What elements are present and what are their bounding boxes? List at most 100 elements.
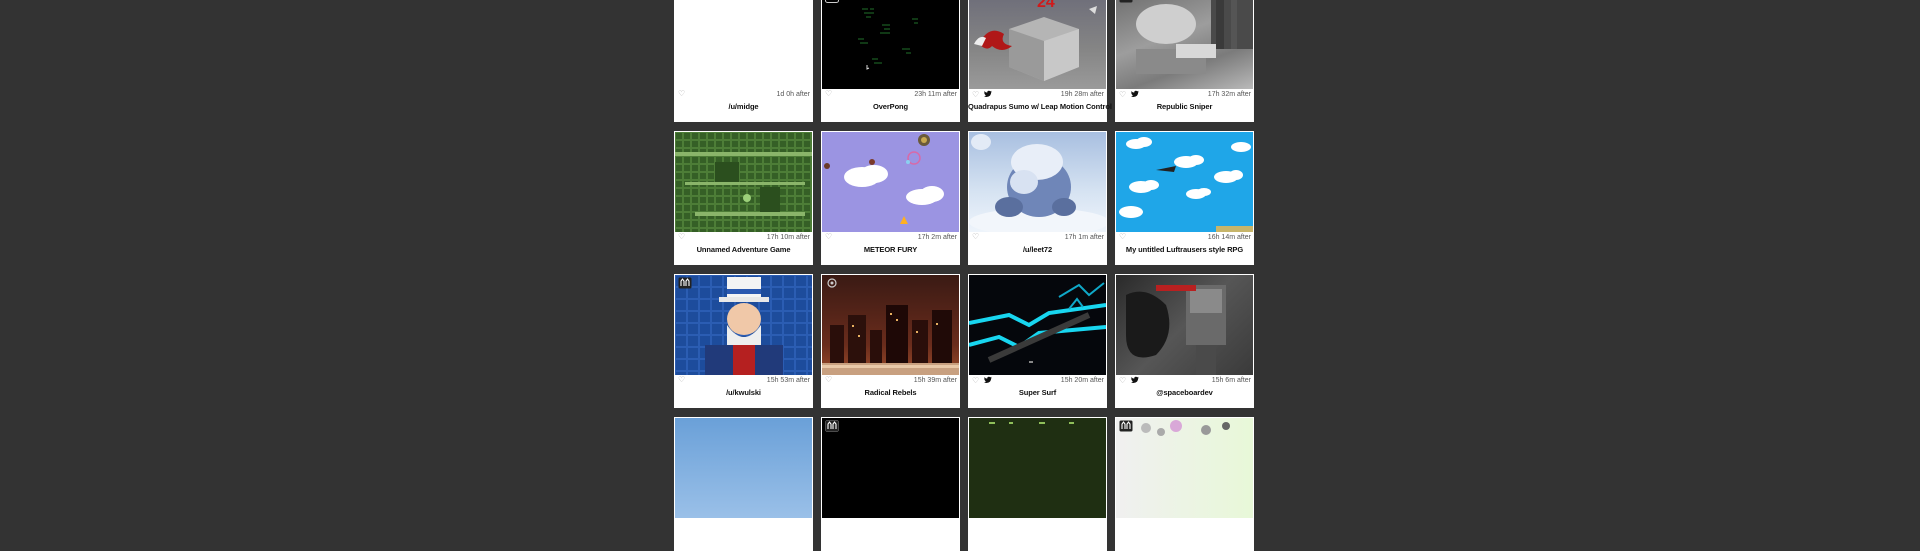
card-meta: ♡ 17h 1m after <box>968 232 1107 243</box>
heart-icon[interactable]: ♡ <box>825 376 833 384</box>
play-icon <box>825 0 839 3</box>
quadrapus-screenshot: 24 <box>974 0 1097 81</box>
submission-title[interactable]: /u/kwulski <box>674 388 813 397</box>
submission-time: 19h 28m after <box>1060 91 1104 98</box>
twitter-icon[interactable] <box>984 90 992 98</box>
heart-icon[interactable]: ♡ <box>678 90 686 98</box>
heart-icon[interactable]: ♡ <box>972 90 980 98</box>
submission-title[interactable]: Unnamed Adventure Game <box>674 245 813 254</box>
submission-card[interactable]: ♡ 17h 2m after METEOR FURY <box>821 131 960 265</box>
card-meta: ♡ 15h 6m after <box>1115 375 1254 386</box>
submission-card[interactable]: ♡ 16h 14m after My untitled Luftrausers … <box>1115 131 1254 265</box>
heart-icon[interactable]: ♡ <box>1119 376 1127 384</box>
overpong-screenshot <box>858 8 918 70</box>
binoculars-icon <box>678 277 692 289</box>
submission-title[interactable]: /u/leet72 <box>968 245 1107 254</box>
submission-title[interactable]: Republic Sniper <box>1115 102 1254 111</box>
bubbles-screenshot <box>1141 420 1230 436</box>
heart-icon[interactable]: ♡ <box>972 233 980 241</box>
binoculars-icon <box>1119 0 1133 3</box>
adventure-screenshot <box>675 132 812 232</box>
card-meta: ♡ 16h 14m after <box>1115 232 1254 243</box>
submission-card[interactable]: 24 ♡ 19h 28m after Quadrapus Sumo w/ Lea… <box>968 0 1112 122</box>
heart-icon[interactable]: ♡ <box>1119 233 1127 241</box>
submission-grid: ♡ 1d 0h after /u/midge ♡ 23h 11m after O… <box>674 0 1254 551</box>
submission-card[interactable] <box>821 417 960 551</box>
score-text: 24 <box>1037 0 1055 11</box>
submission-card[interactable]: ♡ 15h 6m after @spaceboardev <box>1115 274 1254 408</box>
thumbnail[interactable] <box>1116 418 1253 518</box>
submission-time: 1d 0h after <box>776 91 810 98</box>
card-meta: ♡ 17h 32m after <box>1115 89 1254 100</box>
submission-title[interactable]: Super Surf <box>968 388 1107 397</box>
meteor-fury-screenshot <box>824 134 944 224</box>
thumbnail[interactable] <box>969 132 1106 232</box>
thumbnail[interactable] <box>675 275 812 375</box>
heart-icon[interactable]: ♡ <box>825 90 833 98</box>
card-meta: ♡ 15h 20m after <box>968 375 1107 386</box>
submission-card[interactable]: ♡ 15h 39m after Radical Rebels <box>821 274 960 408</box>
thumbnail[interactable] <box>822 418 959 518</box>
submission-time: 17h 2m after <box>917 234 957 241</box>
heart-icon[interactable]: ♡ <box>678 376 686 384</box>
binoculars-icon <box>1119 420 1133 432</box>
submission-title[interactable]: Quadrapus Sumo w/ Leap Motion Control <box>968 102 1112 111</box>
submission-time: 16h 14m after <box>1207 234 1251 241</box>
card-meta: ♡ 17h 10m after <box>674 232 813 243</box>
thumbnail[interactable]: 24 <box>969 0 1106 89</box>
submission-card[interactable]: ♡ 17h 1m after /u/leet72 <box>968 131 1107 265</box>
thumbnail[interactable] <box>675 0 812 89</box>
thumbnail[interactable] <box>1116 132 1253 232</box>
submission-time: 23h 11m after <box>914 91 957 98</box>
twitter-icon[interactable] <box>1131 376 1139 384</box>
twitter-icon[interactable] <box>1131 90 1139 98</box>
luftrausers-screenshot <box>1119 137 1253 232</box>
submission-card[interactable]: ♡ 1d 0h after /u/midge <box>674 0 813 122</box>
thumbnail[interactable] <box>1116 0 1253 89</box>
card-meta: ♡ 15h 53m after <box>674 375 813 386</box>
card-meta: ♡ 19h 28m after <box>968 89 1107 100</box>
terminal-screenshot <box>989 422 1074 424</box>
heart-icon[interactable]: ♡ <box>678 233 686 241</box>
thumbnail[interactable] <box>675 132 812 232</box>
submission-time: 17h 1m after <box>1064 234 1104 241</box>
submission-title[interactable]: OverPong <box>821 102 960 111</box>
submission-time: 15h 39m after <box>913 377 957 384</box>
thumbnail[interactable] <box>969 275 1106 375</box>
binoculars-icon <box>825 420 839 432</box>
submission-card[interactable] <box>674 417 813 551</box>
submission-title[interactable]: METEOR FURY <box>821 245 960 254</box>
thumbnail[interactable] <box>822 275 959 375</box>
submission-title[interactable]: My untitled Luftrausers style RPG <box>1115 245 1254 254</box>
submission-card[interactable]: ♡ 15h 20m after Super Surf <box>968 274 1107 408</box>
submission-time: 17h 32m after <box>1207 91 1251 98</box>
submission-title[interactable]: @spaceboardev <box>1115 388 1254 397</box>
card-meta: ♡ 15h 39m after <box>821 375 960 386</box>
radical-rebels-screenshot <box>822 305 959 375</box>
submission-card[interactable] <box>1115 417 1254 551</box>
super-surf-screenshot <box>969 282 1106 363</box>
submission-card[interactable]: ♡ 17h 32m after Republic Sniper <box>1115 0 1254 122</box>
card-meta: ♡ 23h 11m after <box>821 89 960 100</box>
submission-card[interactable] <box>968 417 1107 551</box>
thumbnail[interactable] <box>1116 275 1253 375</box>
heart-icon[interactable]: ♡ <box>825 233 833 241</box>
submission-card[interactable]: ♡ 15h 53m after /u/kwulski <box>674 274 813 408</box>
heart-icon[interactable]: ♡ <box>972 376 980 384</box>
heart-icon[interactable]: ♡ <box>1119 90 1127 98</box>
republic-sniper-screenshot <box>1136 0 1253 74</box>
submission-title[interactable]: Radical Rebels <box>821 388 960 397</box>
uncle-sam-screenshot <box>675 275 812 375</box>
thumbnail[interactable] <box>675 418 812 518</box>
spaceboard-screenshot <box>1126 285 1226 375</box>
thumbnail[interactable] <box>969 418 1106 518</box>
thumbnail[interactable] <box>822 0 959 89</box>
submission-time: 15h 53m after <box>766 377 810 384</box>
submission-card[interactable]: ♡ 17h 10m after Unnamed Adventure Game <box>674 131 813 265</box>
twitter-icon[interactable] <box>984 376 992 384</box>
submission-time: 17h 10m after <box>766 234 810 241</box>
submission-card[interactable]: ♡ 23h 11m after OverPong <box>821 0 960 122</box>
thumbnail[interactable] <box>822 132 959 232</box>
card-meta: ♡ 1d 0h after <box>674 89 813 100</box>
submission-title[interactable]: /u/midge <box>674 102 813 111</box>
